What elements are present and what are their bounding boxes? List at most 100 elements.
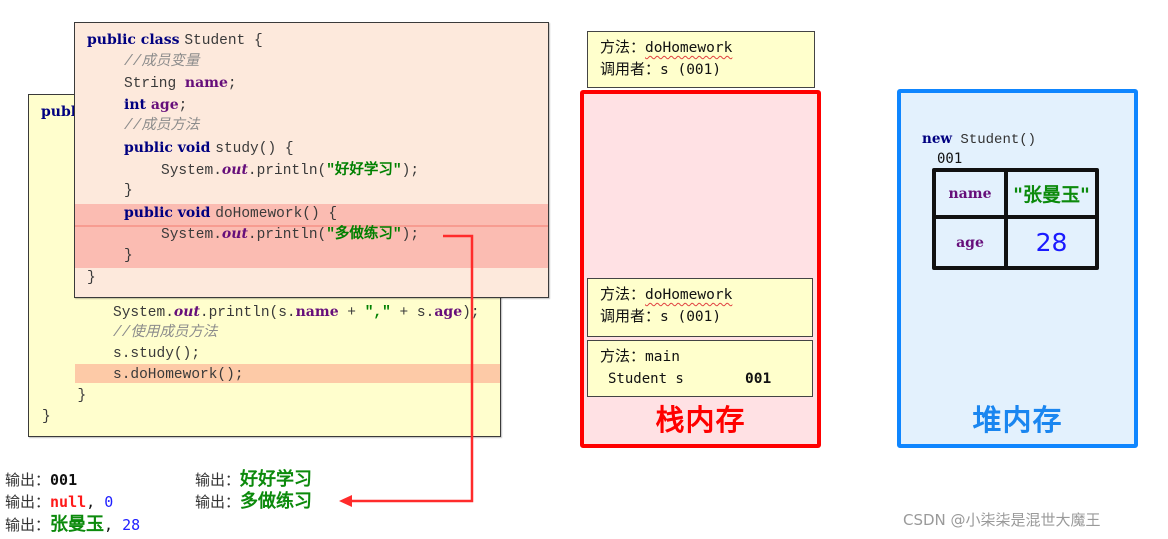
output-value: , bbox=[104, 516, 123, 534]
output-line: 输出：多做练习 bbox=[195, 492, 312, 512]
method-label: 方法： bbox=[600, 347, 646, 365]
stack-frame-dohomework: 方法：doHomework 调用者：s (001) bbox=[587, 278, 813, 337]
code-token-plain: System. bbox=[161, 162, 222, 179]
code-token-field: name bbox=[184, 75, 228, 92]
watermark: CSDN @小柒柒是混世大魔王 bbox=[903, 511, 1101, 529]
code-token-plain: s.doHomework(); bbox=[113, 367, 244, 383]
method-label: 方法： bbox=[600, 38, 646, 56]
code-line: } bbox=[42, 407, 51, 427]
caller-value: s (001) bbox=[660, 309, 722, 325]
code-token-plain: ); bbox=[462, 305, 480, 321]
output-line: 输出：好好学习 bbox=[195, 470, 312, 490]
output-value: 好好学习 bbox=[240, 469, 313, 490]
output-value: 张曼玉 bbox=[50, 514, 105, 535]
new-keyword: new bbox=[922, 131, 953, 147]
output-label: 输出： bbox=[5, 471, 51, 489]
constructor-call: Student() bbox=[952, 132, 1037, 148]
code-token-plain: System. bbox=[161, 227, 222, 244]
code-token-plain: Student { bbox=[184, 33, 263, 49]
output-value: 001 bbox=[50, 471, 78, 489]
method-name: main bbox=[645, 349, 680, 365]
caller-value: s (001) bbox=[660, 62, 722, 78]
code-line: //成员变量 bbox=[124, 52, 199, 72]
code-line: System.out.println("多做练习"); bbox=[161, 224, 419, 245]
output-line: 输出：001 bbox=[5, 470, 77, 490]
code-token-kw: public class bbox=[87, 32, 185, 48]
main-class-header-fragment: publ bbox=[41, 104, 77, 120]
call-arrow-head bbox=[339, 495, 352, 507]
code-line: } bbox=[124, 181, 133, 201]
code-token-plain: } bbox=[124, 248, 133, 264]
output-value: null bbox=[50, 493, 87, 511]
output-label: 输出： bbox=[195, 493, 241, 511]
code-token-static: out bbox=[221, 161, 248, 178]
stack-frame-dohomework-incoming: 方法：doHomework 调用者：s (001) bbox=[587, 31, 815, 88]
code-token-comment: //成员方法 bbox=[124, 118, 200, 135]
code-token-plain: ); bbox=[401, 162, 420, 179]
code-token-comment: //使用成员方法 bbox=[113, 325, 218, 341]
output-value: 多做练习 bbox=[240, 491, 313, 512]
code-token-plain: study() { bbox=[215, 141, 294, 157]
code-line: s.doHomework(); bbox=[113, 365, 244, 385]
field-value-cell: 28 bbox=[1008, 219, 1095, 266]
code-token-plain: s.study(); bbox=[113, 346, 201, 362]
stack-frame-main: 方法：main Student s 001 bbox=[587, 340, 813, 397]
output-line: 输出：null, 0 bbox=[5, 492, 113, 512]
output-label: 输出： bbox=[5, 493, 51, 511]
field-value: "张曼玉" bbox=[1013, 184, 1090, 206]
code-token-kw: public void bbox=[124, 204, 216, 221]
caller-label: 调用者： bbox=[600, 307, 661, 325]
stack-memory-label: 栈内存 bbox=[655, 403, 746, 437]
code-token-plain: .println( bbox=[247, 227, 327, 244]
field-name-cell: age bbox=[936, 219, 1008, 266]
method-label: 方法： bbox=[600, 285, 646, 303]
output-label: 输出： bbox=[5, 516, 51, 534]
code-token-static: out bbox=[173, 304, 200, 320]
code-token-plain: + s. bbox=[390, 305, 435, 321]
field-value: 28 bbox=[1035, 228, 1068, 257]
output-line: 输出：张曼玉, 28 bbox=[5, 515, 140, 535]
code-token-plain: } bbox=[87, 269, 96, 286]
field-value-cell: "张曼玉" bbox=[1008, 172, 1095, 219]
code-token-kw: int bbox=[124, 96, 151, 113]
output-value: 0 bbox=[104, 493, 114, 511]
code-token-static: out bbox=[221, 226, 248, 243]
field-name-cell: name bbox=[936, 172, 1008, 219]
code-token-plain: System. bbox=[113, 305, 174, 321]
code-token-plain: } bbox=[124, 183, 133, 200]
heap-memory-label: 堆内存 bbox=[972, 403, 1063, 437]
code-line: } bbox=[87, 268, 96, 288]
code-line: String name; bbox=[124, 73, 237, 94]
output-label: 输出： bbox=[195, 471, 241, 489]
code-token-plain: ); bbox=[401, 227, 420, 244]
code-line: public class Student { bbox=[87, 30, 263, 51]
object-address: 001 bbox=[937, 151, 963, 167]
code-token-field: age bbox=[150, 96, 179, 113]
local-variable: Student s bbox=[608, 371, 684, 387]
code-token-plain: String bbox=[124, 76, 185, 93]
code-token-str: "多做练习" bbox=[326, 227, 402, 244]
code-token-plain: ; bbox=[227, 76, 237, 93]
code-line: //成员方法 bbox=[124, 116, 199, 136]
code-token-field: age bbox=[434, 304, 463, 320]
caller-label: 调用者： bbox=[600, 60, 661, 78]
code-token-plain: .println(s. bbox=[199, 305, 296, 321]
code-line: int age; bbox=[124, 95, 187, 116]
code-token-str: "好好学习" bbox=[326, 162, 402, 179]
code-token-plain: + bbox=[338, 305, 365, 321]
output-value: 28 bbox=[122, 516, 141, 534]
field-name: name bbox=[948, 185, 992, 202]
code-line: //使用成员方法 bbox=[113, 323, 217, 343]
method-name: doHomework bbox=[645, 40, 733, 56]
code-token-str: "," bbox=[364, 305, 391, 321]
field-name: age bbox=[956, 234, 984, 251]
output-value: , bbox=[86, 493, 105, 511]
code-line: System.out.println("好好学习"); bbox=[161, 160, 419, 181]
new-object-expression: new Student() bbox=[922, 131, 1036, 148]
code-token-comment: //成员变量 bbox=[124, 53, 200, 70]
local-variable-value: 001 bbox=[745, 371, 772, 387]
code-token-plain: } bbox=[77, 388, 87, 404]
code-line: } bbox=[78, 386, 87, 406]
code-line: s.study(); bbox=[113, 344, 200, 364]
code-token-plain: ; bbox=[178, 97, 188, 114]
